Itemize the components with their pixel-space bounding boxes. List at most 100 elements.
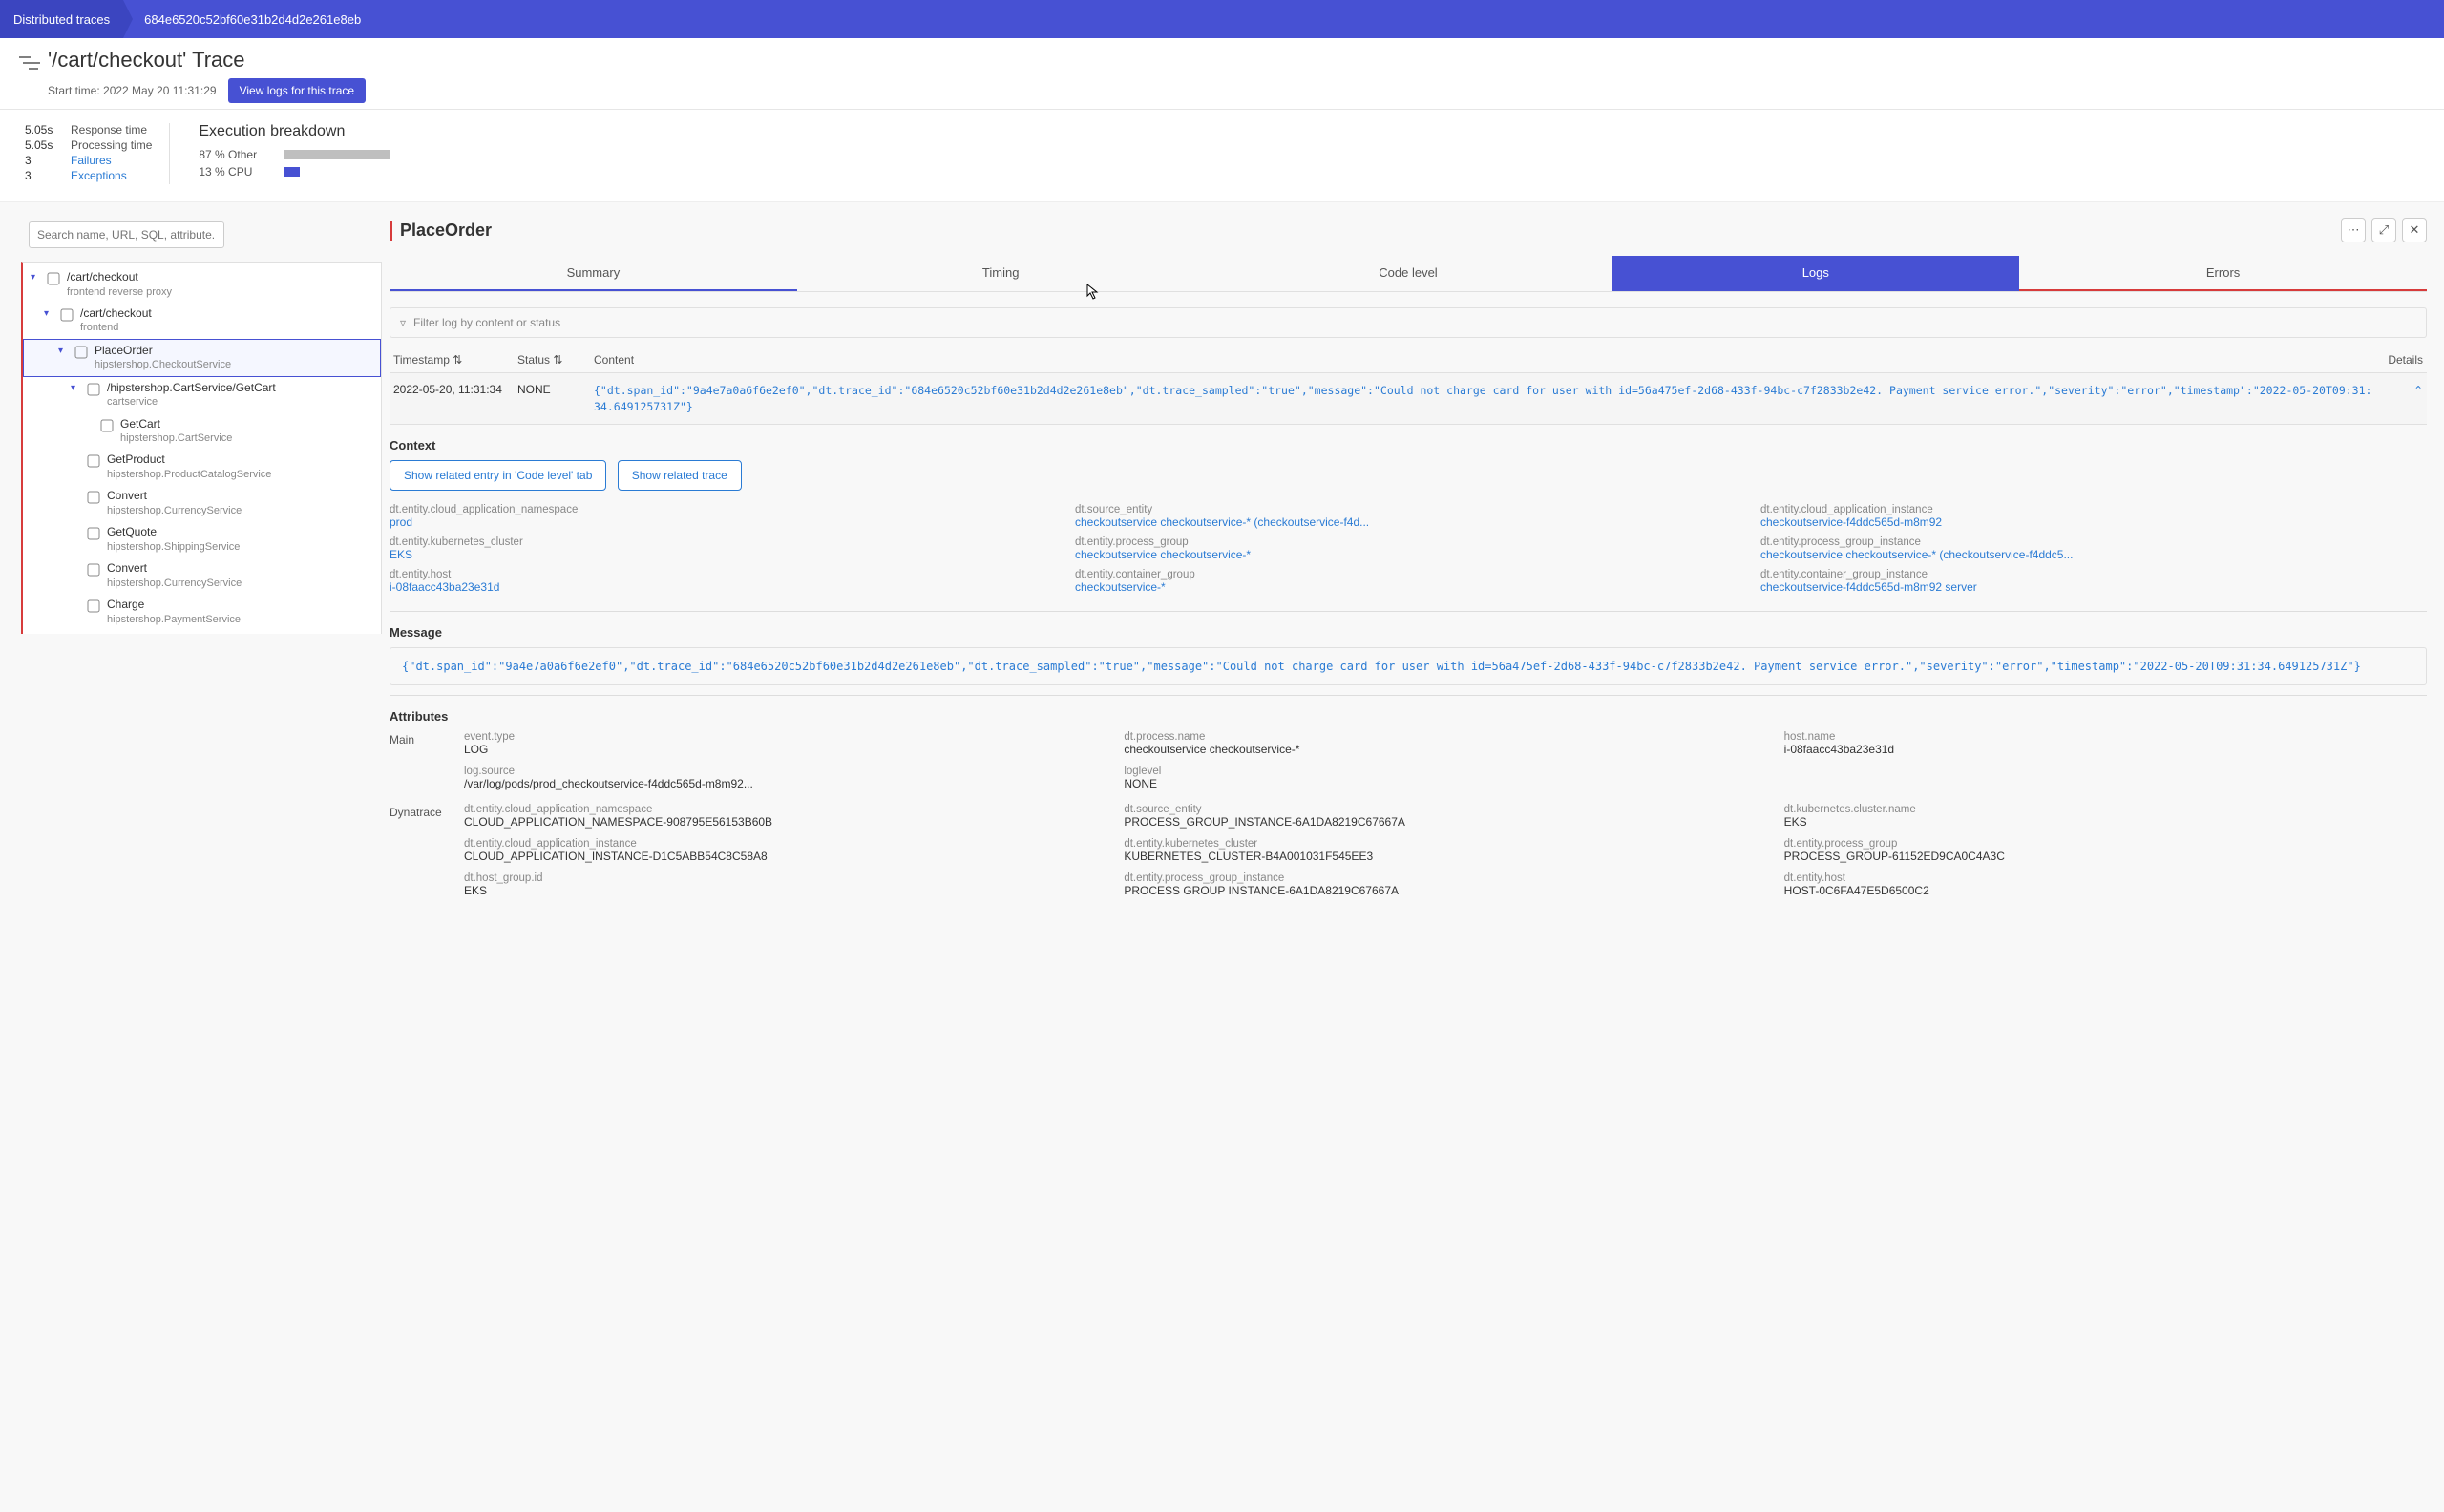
col-status[interactable]: Status [517,353,550,367]
log-filter[interactable]: ▿ Filter log by content or status [390,307,2427,338]
node-name: GetCart [120,417,232,432]
tree-node-2[interactable]: ▾PlaceOrderhipstershop.CheckoutService [23,339,381,377]
chevron-icon[interactable] [71,598,80,599]
service-icon [74,345,89,360]
tree-node-3[interactable]: ▾/hipstershop.CartService/GetCartcartser… [23,377,381,413]
attr-value: checkoutservice checkoutservice-* [1124,743,1766,756]
context-value[interactable]: checkoutservice checkoutservice-* (check… [1760,548,2427,561]
tab-summary[interactable]: Summary [390,256,797,291]
context-key: dt.entity.cloud_application_namespace [390,504,1056,515]
log-content: {"dt.span_id":"9a4e7a0a6f6e2ef0","dt.tra… [594,383,2375,414]
tree-node-6[interactable]: Converthipstershop.CurrencyService [23,485,381,521]
node-name: /cart/checkout [67,270,172,285]
stats-panel: 5.05sResponse time 5.05sProcessing time … [0,110,2444,202]
attr-value: PROCESS GROUP INSTANCE-6A1DA8219C67667A [1124,884,1766,897]
context-item: dt.entity.process_group_instancecheckout… [1760,536,2427,561]
context-value[interactable]: checkoutservice checkoutservice-* (check… [1075,515,1741,529]
more-button[interactable]: ⋯ [2341,218,2366,242]
attr-value: CLOUD_APPLICATION_INSTANCE-D1C5ABB54C8C5… [464,850,1106,863]
chevron-icon[interactable]: ▾ [71,381,80,393]
close-button[interactable]: ✕ [2402,218,2427,242]
context-value[interactable]: i-08faacc43ba23e31d [390,580,1056,594]
attr-key: dt.host_group.id [464,872,1106,884]
execution-breakdown-title: Execution breakdown [199,123,390,140]
chevron-icon[interactable]: ▾ [44,306,53,319]
context-value[interactable]: EKS [390,548,1056,561]
show-code-level-button[interactable]: Show related entry in 'Code level' tab [390,460,606,491]
tree-node-9[interactable]: Chargehipstershop.PaymentService [23,594,381,630]
service-icon [86,453,101,469]
tree-node-7[interactable]: GetQuotehipstershop.ShippingService [23,521,381,557]
chevron-icon[interactable]: ▾ [58,344,68,356]
attr-value: KUBERNETES_CLUSTER-B4A001031F545EE3 [1124,850,1766,863]
log-status: NONE [517,383,594,396]
breadcrumb-trace-id[interactable]: 684e6520c52bf60e31b2d4d2e261e8eb [123,12,361,27]
chevron-icon[interactable] [71,561,80,563]
context-item: dt.entity.container_group_instancechecko… [1760,569,2427,594]
attr-item: log.source/var/log/pods/prod_checkoutser… [464,766,1106,790]
context-value[interactable]: prod [390,515,1056,529]
attr-key: dt.process.name [1124,731,1766,743]
tree-node-5[interactable]: GetProducthipstershop.ProductCatalogServ… [23,449,381,485]
view-logs-button[interactable]: View logs for this trace [228,78,367,103]
context-value[interactable]: checkoutservice-f4ddc565d-m8m92 [1760,515,2427,529]
tab-code-level[interactable]: Code level [1205,256,1612,291]
node-service: hipstershop.ProductCatalogService [107,468,271,481]
attr-key: dt.entity.process_group_instance [1124,872,1766,884]
attr-value: i-08faacc43ba23e31d [1784,743,2427,756]
attr-item: dt.entity.cloud_application_namespaceCLO… [464,804,1106,829]
processing-time-value: 5.05s [25,138,63,152]
attr-key: log.source [464,766,1106,777]
attr-value: PROCESS_GROUP-61152ED9CA0C4A3C [1784,850,2427,863]
chevron-icon[interactable] [71,525,80,527]
col-timestamp[interactable]: Timestamp [393,353,450,367]
attr-item: loglevelNONE [1124,766,1766,790]
col-content[interactable]: Content [594,353,634,367]
show-related-trace-button[interactable]: Show related trace [618,460,742,491]
exceptions-link[interactable]: Exceptions [71,169,127,182]
node-service: cartservice [107,395,276,409]
chevron-icon[interactable] [71,489,80,491]
context-item: dt.entity.hosti-08faacc43ba23e31d [390,569,1056,594]
close-icon: ✕ [2410,222,2420,238]
tab-errors[interactable]: Errors [2019,256,2427,291]
trace-icon [17,48,48,75]
chevron-icon[interactable] [84,417,94,419]
chevron-icon[interactable] [71,452,80,454]
node-service: hipstershop.CartService [120,431,232,445]
context-value[interactable]: checkoutservice checkoutservice-* [1075,548,1741,561]
breadcrumb-root[interactable]: Distributed traces [0,0,123,38]
start-time-label: Start time: 2022 May 20 11:31:29 [48,84,217,97]
exceptions-count: 3 [25,169,63,182]
attributes-title: Attributes [390,709,2427,724]
detail-title: PlaceOrder [390,220,492,241]
tree-node-0[interactable]: ▾/cart/checkoutfrontend reverse proxy [23,266,381,303]
chevron-icon[interactable]: ▾ [31,270,40,283]
node-service: hipstershop.PaymentService [107,613,241,626]
node-service: hipstershop.CheckoutService [95,358,231,371]
context-value[interactable]: checkoutservice-f4ddc565d-m8m92 server [1760,580,2427,594]
tree-node-4[interactable]: GetCarthipstershop.CartService [23,413,381,450]
attr-item: dt.process.namecheckoutservice checkouts… [1124,731,1766,756]
context-item: dt.entity.container_groupcheckoutservice… [1075,569,1741,594]
tree-node-8[interactable]: Converthipstershop.CurrencyService [23,557,381,594]
attr-main-grid: event.typeLOGdt.process.namecheckoutserv… [464,731,2427,790]
tab-logs[interactable]: Logs [1612,256,2019,291]
attr-item: dt.host_group.idEKS [464,872,1106,897]
search-input[interactable] [29,221,224,248]
attr-dynatrace-label: Dynatrace [390,804,464,897]
failures-link[interactable]: Failures [71,154,112,167]
chevron-up-icon[interactable]: ⌄ [2413,383,2423,396]
attr-value: LOG [464,743,1106,756]
other-pct-label: 87 % Other [199,148,275,161]
filter-placeholder: Filter log by content or status [413,316,560,329]
service-icon [99,418,115,433]
tree-node-1[interactable]: ▾/cart/checkoutfrontend [23,303,381,339]
context-value[interactable]: checkoutservice-* [1075,580,1741,594]
attr-key: dt.entity.host [1784,872,2427,884]
tab-timing[interactable]: Timing [797,256,1205,291]
ellipsis-icon: ⋯ [2348,222,2360,238]
node-name: Convert [107,489,242,504]
expand-button[interactable]: ⤢ [2371,218,2396,242]
log-row[interactable]: 2022-05-20, 11:31:34 NONE {"dt.span_id":… [390,373,2427,425]
